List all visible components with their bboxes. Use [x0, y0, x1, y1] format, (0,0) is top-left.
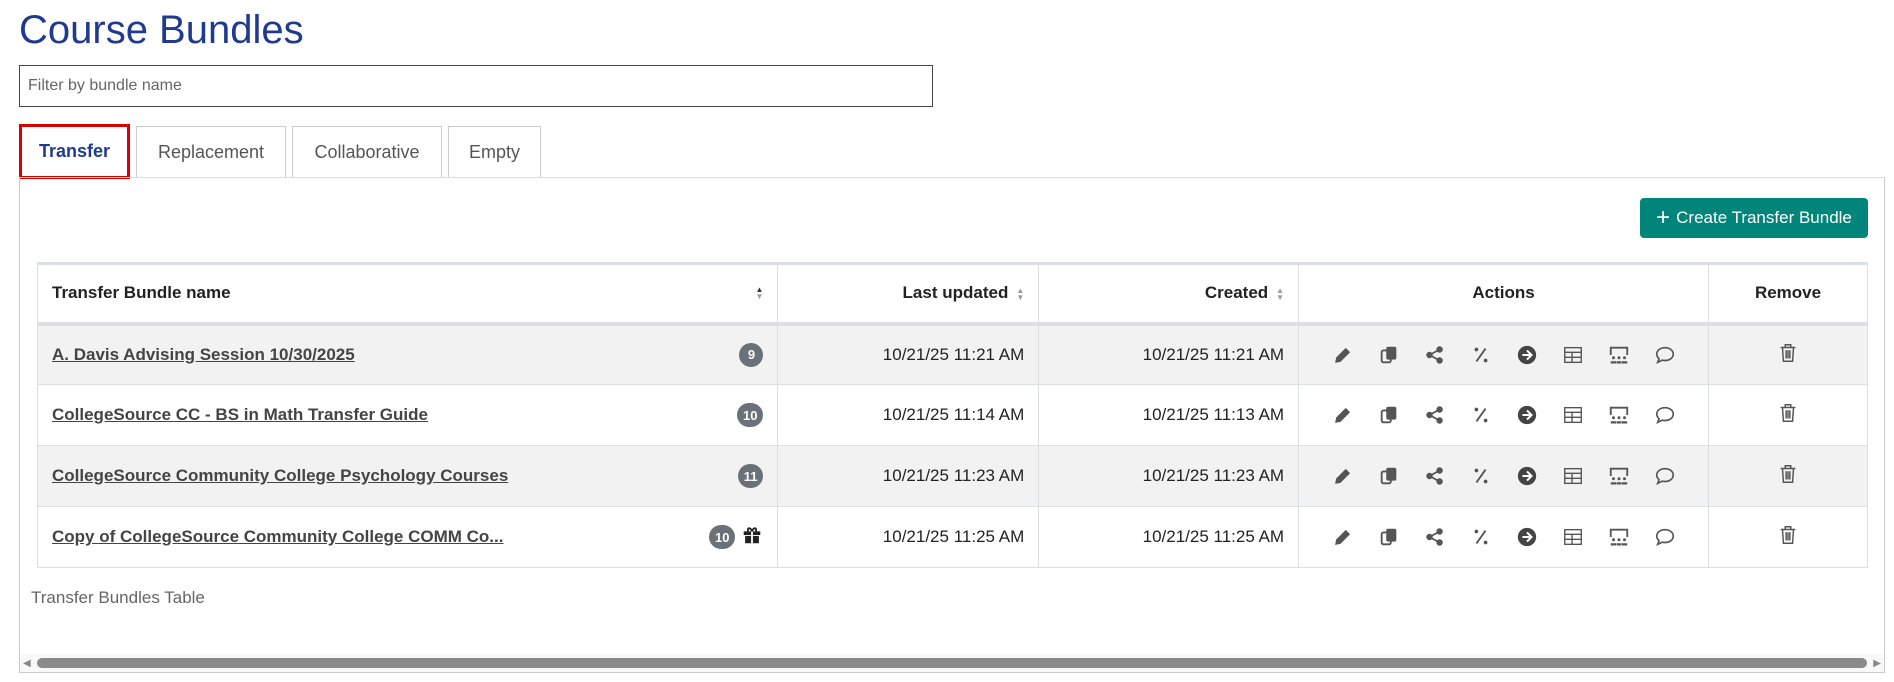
pencil-icon[interactable] — [1331, 525, 1355, 549]
table-row: Copy of CollegeSource Community College … — [36, 506, 1868, 568]
arrow-circle-icon[interactable] — [1515, 525, 1539, 549]
header-last-updated[interactable]: Last updated ▲ ▼ — [777, 263, 1040, 326]
name-cell: CollegeSource CC - BS in Math Transfer G… — [36, 384, 779, 446]
copy-icon[interactable] — [1377, 525, 1401, 549]
pencil-icon[interactable] — [1331, 464, 1355, 488]
scrollbar-thumb[interactable] — [37, 658, 1867, 668]
trash-icon[interactable] — [1776, 401, 1800, 425]
header-created-label: Created — [1204, 283, 1269, 303]
header-remove: Remove — [1708, 263, 1868, 326]
last-updated-cell: 10/21/25 11:14 AM — [777, 384, 1040, 446]
table-row: A. Davis Advising Session 10/30/2025 9 10… — [36, 323, 1868, 385]
create-transfer-bundle-button[interactable]: + Create Transfer Bundle — [1640, 198, 1868, 238]
arrow-circle-icon[interactable] — [1515, 343, 1539, 367]
header-updated-label: Last updated — [902, 283, 1009, 303]
created-cell: 10/21/25 11:25 AM — [1038, 506, 1300, 568]
trash-icon[interactable] — [1776, 523, 1800, 547]
audience-icon[interactable] — [1607, 525, 1631, 549]
trash-icon[interactable] — [1776, 462, 1800, 486]
bundle-name-link[interactable]: Copy of CollegeSource Community College … — [52, 527, 503, 547]
header-name-label: Transfer Bundle name — [52, 283, 231, 303]
name-cell: A. Davis Advising Session 10/30/2025 9 — [36, 323, 779, 385]
tab-transfer[interactable]: Transfer — [19, 124, 130, 179]
created-cell: 10/21/25 11:21 AM — [1038, 323, 1300, 385]
header-actions: Actions — [1298, 263, 1710, 326]
trash-icon[interactable] — [1776, 341, 1800, 365]
bundle-name-link[interactable]: CollegeSource Community College Psycholo… — [52, 466, 508, 486]
tab-panel: + Create Transfer Bundle Transfer Bundle… — [19, 177, 1885, 673]
table-icon[interactable] — [1561, 464, 1585, 488]
table-caption: Transfer Bundles Table — [31, 588, 205, 607]
plus-icon: + — [1656, 204, 1671, 231]
pencil-icon[interactable] — [1331, 403, 1355, 427]
header-created[interactable]: Created ▲ ▼ — [1038, 263, 1300, 326]
comment-icon[interactable] — [1653, 403, 1677, 427]
actions-cell — [1298, 323, 1710, 385]
share-icon[interactable] — [1423, 343, 1447, 367]
share-icon[interactable] — [1423, 403, 1447, 427]
table-row: CollegeSource Community College Psycholo… — [36, 445, 1868, 507]
share-icon[interactable] — [1423, 464, 1447, 488]
horizontal-scrollbar[interactable]: ◀ ▶ — [20, 654, 1884, 672]
scroll-right-icon[interactable]: ▶ — [1873, 658, 1881, 669]
arrow-circle-icon[interactable] — [1515, 464, 1539, 488]
table-icon[interactable] — [1561, 525, 1585, 549]
transfer-bundles-table: Transfer Bundle name ▲ ▼ Last updated ▲ ▼ Cr… — [36, 262, 1868, 568]
table-icon[interactable] — [1561, 343, 1585, 367]
copy-icon[interactable] — [1377, 343, 1401, 367]
audience-icon[interactable] — [1607, 343, 1631, 367]
percent-icon[interactable] — [1469, 403, 1493, 427]
percent-icon[interactable] — [1469, 525, 1493, 549]
audience-icon[interactable] — [1607, 403, 1631, 427]
course-count-badge: 10 — [708, 525, 736, 549]
percent-icon[interactable] — [1469, 343, 1493, 367]
actions-cell — [1298, 506, 1710, 568]
course-count-badge: 10 — [736, 403, 764, 427]
tab-empty[interactable]: Empty — [448, 126, 541, 177]
percent-icon[interactable] — [1469, 464, 1493, 488]
actions-cell — [1298, 445, 1710, 507]
bundle-tabs: Transfer Replacement Collaborative Empty — [19, 124, 541, 179]
gift-icon — [741, 524, 763, 551]
name-cell: Copy of CollegeSource Community College … — [36, 506, 779, 568]
last-updated-cell: 10/21/25 11:25 AM — [777, 506, 1040, 568]
last-updated-cell: 10/21/25 11:21 AM — [777, 323, 1040, 385]
arrow-circle-icon[interactable] — [1515, 403, 1539, 427]
course-count-badge: 9 — [739, 342, 764, 367]
comment-icon[interactable] — [1653, 343, 1677, 367]
page-title: Course Bundles — [19, 8, 304, 52]
comment-icon[interactable] — [1653, 525, 1677, 549]
name-cell: CollegeSource Community College Psycholo… — [36, 445, 779, 507]
remove-cell — [1708, 506, 1868, 568]
actions-cell — [1298, 384, 1710, 446]
filter-input[interactable] — [19, 65, 933, 107]
header-name[interactable]: Transfer Bundle name ▲ ▼ — [36, 263, 779, 326]
audience-icon[interactable] — [1607, 464, 1631, 488]
copy-icon[interactable] — [1377, 403, 1401, 427]
bundle-name-link[interactable]: CollegeSource CC - BS in Math Transfer G… — [52, 405, 428, 425]
course-count-badge: 11 — [737, 464, 764, 488]
table-row: CollegeSource CC - BS in Math Transfer G… — [36, 384, 1868, 446]
tab-collaborative[interactable]: Collaborative — [292, 126, 442, 177]
sort-icon[interactable]: ▲ ▼ — [1276, 286, 1284, 301]
remove-cell — [1708, 445, 1868, 507]
scroll-left-icon[interactable]: ◀ — [23, 658, 31, 669]
sort-icon[interactable]: ▲ ▼ — [1016, 286, 1024, 301]
tab-replacement[interactable]: Replacement — [136, 126, 286, 177]
remove-cell — [1708, 384, 1868, 446]
created-cell: 10/21/25 11:23 AM — [1038, 445, 1300, 507]
create-button-label: Create Transfer Bundle — [1676, 208, 1852, 227]
sort-icon[interactable]: ▲ ▼ — [756, 286, 764, 301]
share-icon[interactable] — [1423, 525, 1447, 549]
remove-cell — [1708, 323, 1868, 385]
copy-icon[interactable] — [1377, 464, 1401, 488]
comment-icon[interactable] — [1653, 464, 1677, 488]
created-cell: 10/21/25 11:13 AM — [1038, 384, 1300, 446]
pencil-icon[interactable] — [1331, 343, 1355, 367]
bundle-name-link[interactable]: A. Davis Advising Session 10/30/2025 — [52, 345, 355, 365]
table-icon[interactable] — [1561, 403, 1585, 427]
last-updated-cell: 10/21/25 11:23 AM — [777, 445, 1040, 507]
